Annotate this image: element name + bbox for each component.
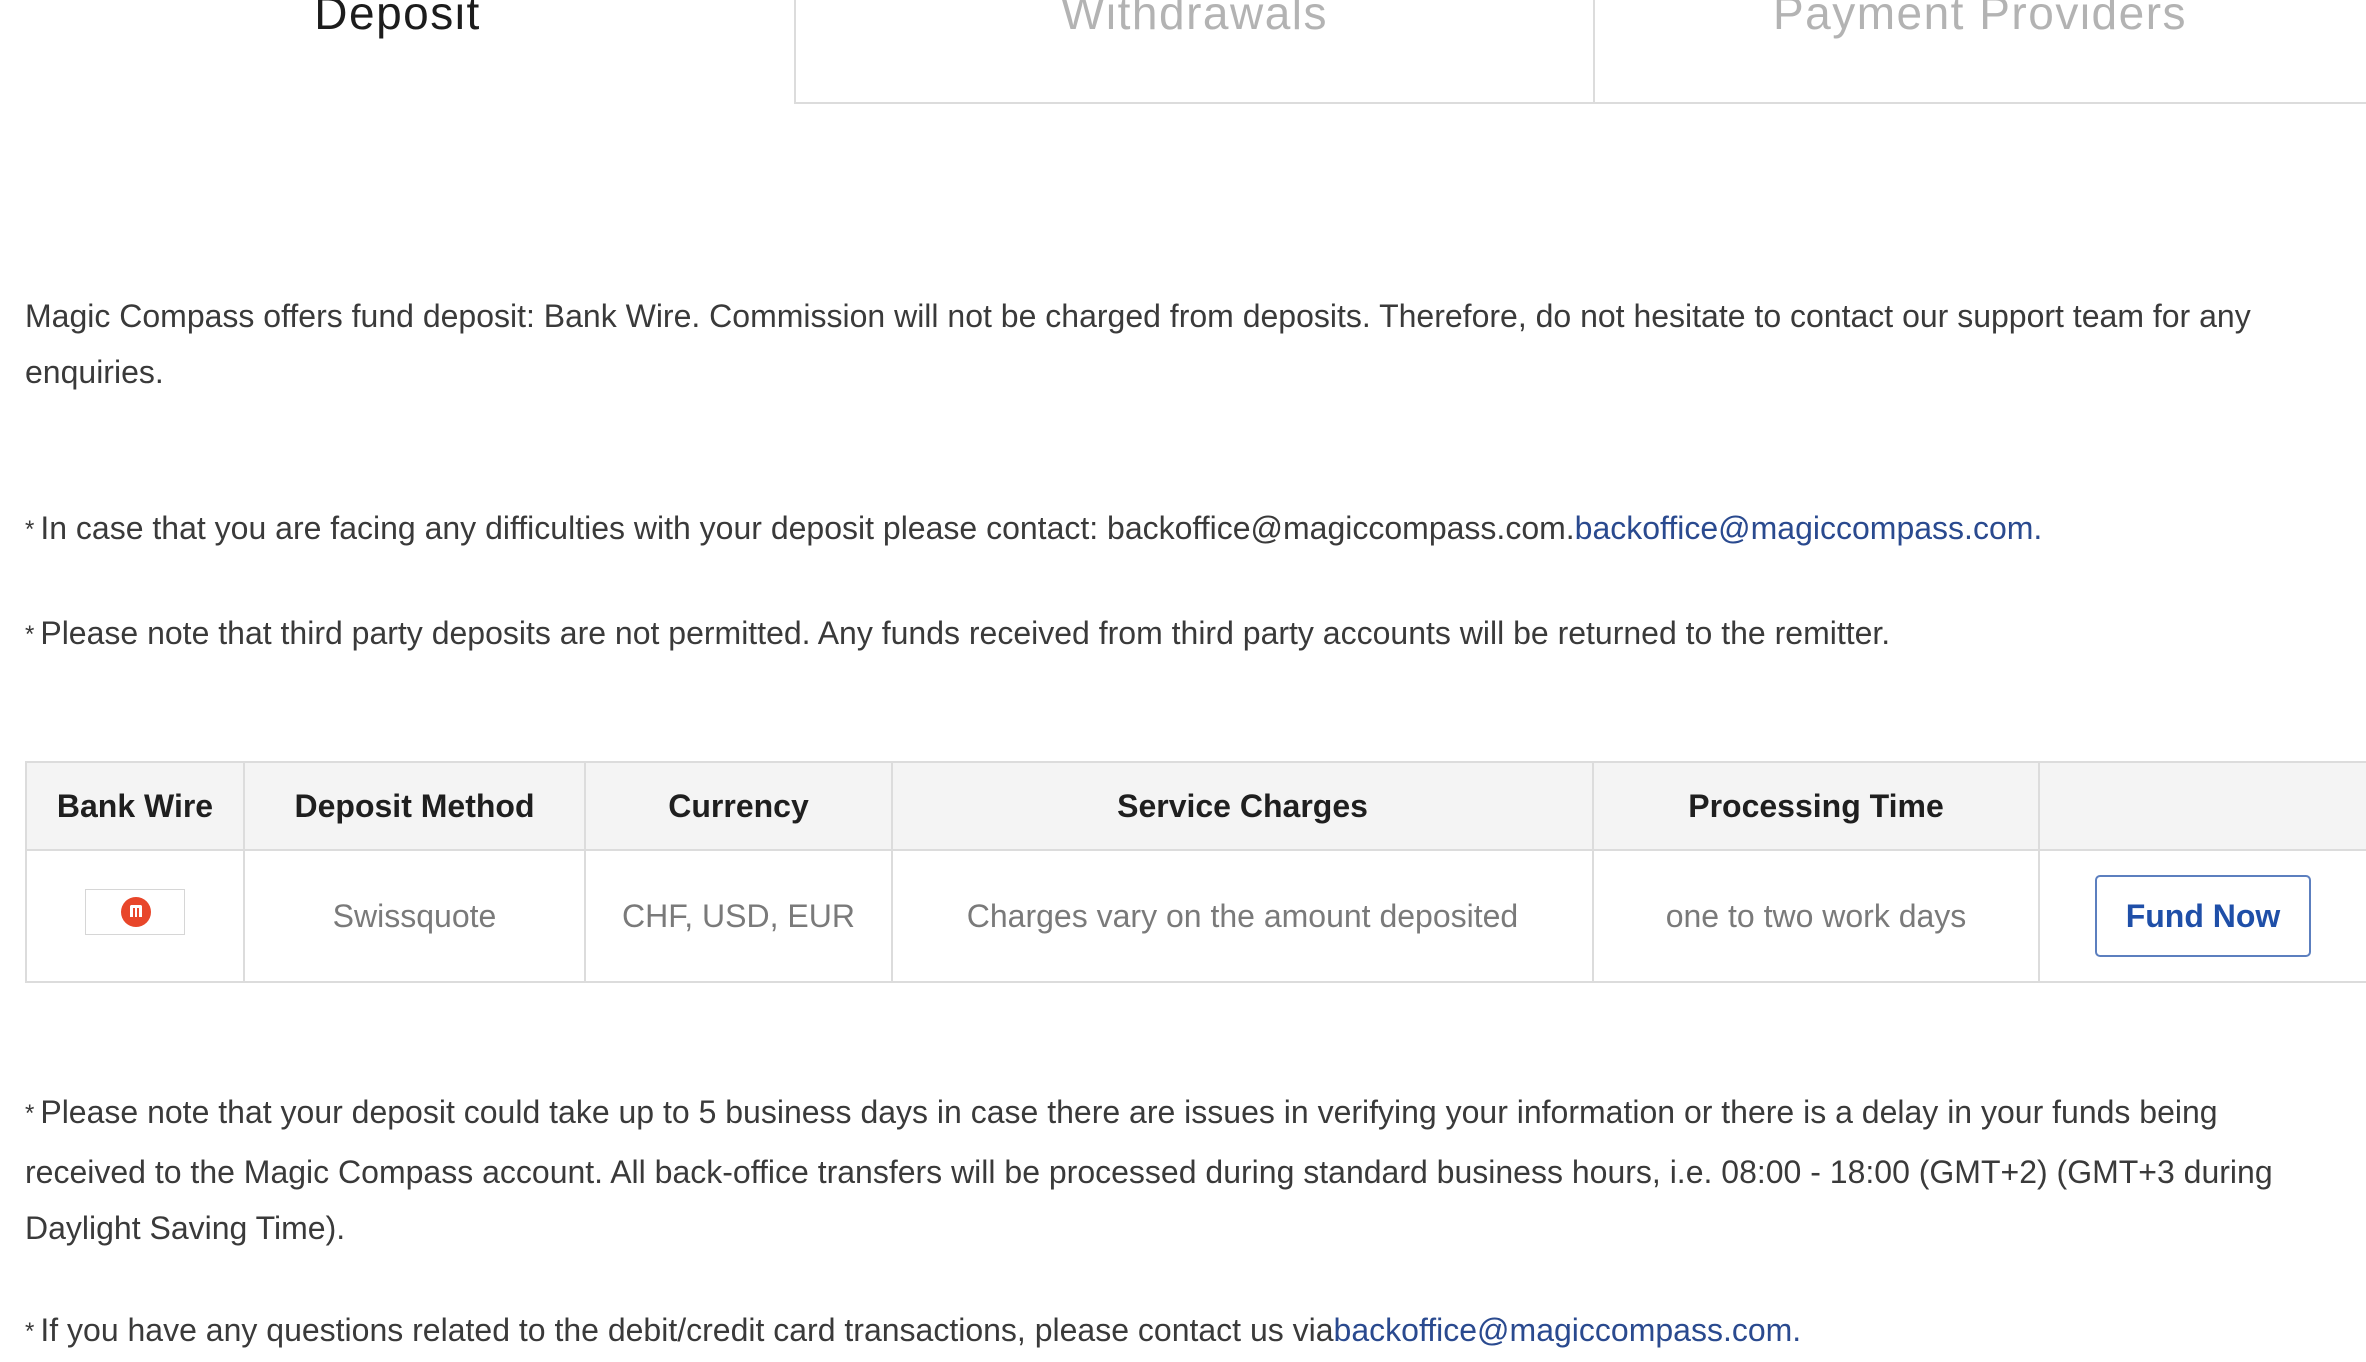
tab-withdrawals-label: Withdrawals [1060, 0, 1328, 39]
cell-processing-time: one to two work days [1592, 849, 2040, 983]
contact-note-text: In case that you are facing any difficul… [40, 510, 1575, 546]
tab-payment-providers[interactable]: Payment Providers [1594, 0, 2366, 104]
third-party-note: * Please note that third party deposits a… [25, 605, 2345, 665]
processing-delay-note: * Please note that your deposit could tak… [25, 1084, 2345, 1256]
header-deposit-method: Deposit Method [243, 761, 586, 851]
header-bank-wire: Bank Wire [25, 761, 245, 851]
tab-bar: Deposit Withdrawals Payment Providers [0, 0, 2366, 106]
card-support-email-link[interactable]: backoffice@magiccompass.com. [1334, 1312, 1802, 1348]
processing-delay-note-text: Please note that your deposit could take… [25, 1094, 2273, 1246]
cell-action: Fund Now [2038, 849, 2366, 983]
backoffice-email-link[interactable]: backoffice@magiccompass.com. [1575, 510, 2043, 546]
tab-withdrawals[interactable]: Withdrawals [794, 0, 1595, 104]
asterisk: * [25, 516, 35, 543]
cell-currency: CHF, USD, EUR [584, 849, 893, 983]
deposit-methods-table: Bank Wire Deposit Method Currency Servic… [25, 761, 2366, 983]
cell-deposit-method: Swissquote [243, 849, 586, 983]
card-transactions-note: * If you have any questions related to th… [25, 1302, 2345, 1362]
swissquote-logo-icon [85, 889, 185, 935]
cell-service-charges: Charges vary on the amount deposited [891, 849, 1594, 983]
asterisk: * [25, 1100, 35, 1127]
card-transactions-note-text: If you have any questions related to the… [40, 1312, 1334, 1348]
tab-payment-providers-label: Payment Providers [1772, 0, 2188, 39]
table-header-row: Bank Wire Deposit Method Currency Servic… [25, 761, 2366, 851]
cell-logo [25, 849, 245, 983]
fund-now-button[interactable]: Fund Now [2095, 875, 2311, 957]
table-row: Swissquote CHF, USD, EUR Charges vary on… [25, 849, 2366, 983]
third-party-note-text: Please note that third party deposits ar… [40, 615, 1891, 651]
intro-text: Magic Compass offers fund deposit: Bank … [25, 298, 2251, 390]
tab-deposit[interactable]: Deposit [0, 0, 795, 104]
header-currency: Currency [584, 761, 893, 851]
tab-deposit-label: Deposit [314, 0, 481, 39]
contact-note: * In case that you are facing any difficu… [25, 500, 2345, 560]
asterisk: * [25, 621, 35, 648]
header-processing-time: Processing Time [1592, 761, 2040, 851]
header-service-charges: Service Charges [891, 761, 1594, 851]
asterisk: * [25, 1318, 35, 1345]
header-action [2038, 761, 2366, 851]
